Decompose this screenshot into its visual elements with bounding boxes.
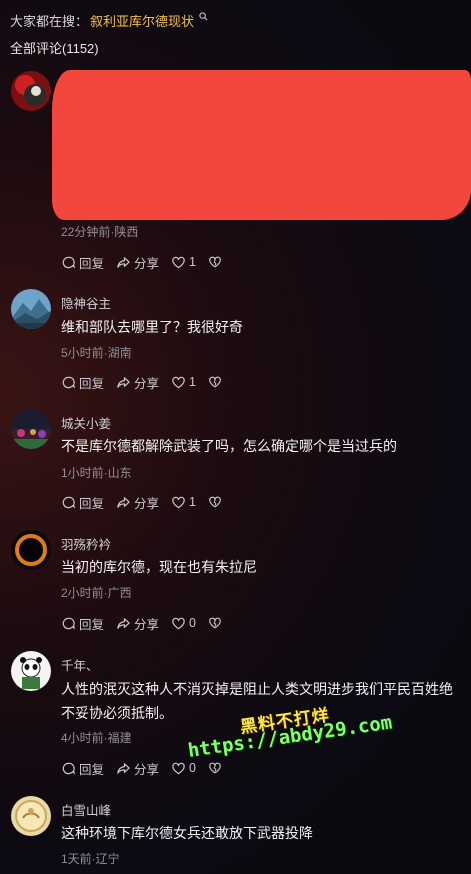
share-icon <box>116 495 131 510</box>
share-label: 分享 <box>134 617 160 632</box>
comment-author[interactable]: 城关小姜 <box>61 413 111 432</box>
avatar[interactable] <box>11 409 51 449</box>
comment-author[interactable]: 千年、 <box>61 655 99 674</box>
reply-label: 回复 <box>79 376 105 391</box>
avatar[interactable] <box>11 289 51 329</box>
like-button[interactable]: 1 <box>171 255 196 270</box>
avatar[interactable] <box>11 796 51 836</box>
like-button[interactable]: 0 <box>171 761 196 776</box>
broken-heart-icon <box>208 495 222 509</box>
dislike-button[interactable] <box>208 616 222 630</box>
comment-meta: 2小时前·广西 <box>61 586 132 600</box>
share-label: 分享 <box>134 376 160 391</box>
reply-icon <box>61 761 76 776</box>
comments-count-header: 全部评论(1152) <box>10 41 99 56</box>
heart-icon <box>171 255 186 270</box>
comment-actions: 回复 分享 1 <box>61 373 234 391</box>
reply-label: 回复 <box>79 762 105 777</box>
dislike-button[interactable] <box>208 495 222 509</box>
share-button[interactable]: 分享 <box>116 759 159 778</box>
comment-actions: 回复 分享 0 <box>61 759 234 777</box>
reply-icon <box>61 255 76 270</box>
comment-meta: 22分钟前·陕西 <box>61 225 139 239</box>
like-button[interactable]: 1 <box>171 495 196 510</box>
share-label: 分享 <box>134 496 160 511</box>
comment-text: 当初的库尔德，现在也有朱拉尼 <box>61 559 257 575</box>
broken-heart-icon <box>208 375 222 389</box>
comment-text: 这种环境下库尔德女兵还敢放下武器投降 <box>61 825 313 841</box>
heart-icon <box>171 495 186 510</box>
reply-label: 回复 <box>79 496 105 511</box>
search-suggestion-term[interactable]: 叙利亚库尔德现状 <box>90 11 194 30</box>
avatar[interactable] <box>11 71 51 111</box>
comment-actions: 回复 分享 1 <box>61 253 234 271</box>
comment-author[interactable]: 羽殇矜衿 <box>61 534 111 553</box>
reply-button[interactable]: 回复 <box>61 759 104 778</box>
comment-actions: 回复 分享 1 <box>61 493 234 511</box>
broken-heart-icon <box>208 255 222 269</box>
comment-meta: 1小时前·山东 <box>61 466 132 480</box>
comment-text: 维和部队去哪里了？我很好奇 <box>61 319 243 335</box>
reply-button[interactable]: 回复 <box>61 373 104 392</box>
comment-actions: 回复 分享 0 <box>61 614 234 632</box>
reply-button[interactable]: 回复 <box>61 493 104 512</box>
like-count: 1 <box>189 255 196 269</box>
redaction-overlay <box>430 75 471 135</box>
dislike-button[interactable] <box>208 761 222 775</box>
broken-heart-icon <box>208 761 222 775</box>
share-icon <box>116 375 131 390</box>
broken-heart-icon <box>208 616 222 630</box>
heart-icon <box>171 375 186 390</box>
reply-button[interactable]: 回复 <box>61 614 104 633</box>
comment-text: 不是库尔德都解除武装了吗，怎么确定哪个是当过兵的 <box>61 438 397 454</box>
dislike-button[interactable] <box>208 255 222 269</box>
share-icon <box>116 616 131 631</box>
search-suggestion[interactable]: 大家都在搜： 叙利亚库尔德现状 <box>10 11 208 29</box>
comment-author[interactable]: 隐神谷主 <box>61 293 111 312</box>
share-button[interactable]: 分享 <box>116 614 159 633</box>
like-button[interactable]: 0 <box>171 616 196 631</box>
like-button[interactable]: 1 <box>171 375 196 390</box>
comment-author[interactable]: 白雪山峰 <box>61 800 111 819</box>
share-label: 分享 <box>134 256 160 271</box>
like-count: 1 <box>189 495 196 509</box>
reply-label: 回复 <box>79 256 105 271</box>
share-icon <box>116 761 131 776</box>
avatar[interactable] <box>11 651 51 691</box>
share-button[interactable]: 分享 <box>116 493 159 512</box>
share-label: 分享 <box>134 762 160 777</box>
share-button[interactable]: 分享 <box>116 253 159 272</box>
share-button[interactable]: 分享 <box>116 373 159 392</box>
reply-icon <box>61 616 76 631</box>
like-count: 0 <box>189 616 196 630</box>
reply-label: 回复 <box>79 617 105 632</box>
reply-button[interactable]: 回复 <box>61 253 104 272</box>
reply-icon <box>61 375 76 390</box>
avatar[interactable] <box>11 530 51 570</box>
reply-icon <box>61 495 76 510</box>
redaction-overlay <box>52 70 471 220</box>
share-icon <box>116 255 131 270</box>
heart-icon <box>171 616 186 631</box>
like-count: 0 <box>189 761 196 775</box>
dislike-button[interactable] <box>208 375 222 389</box>
heart-icon <box>171 761 186 776</box>
comment-meta: 5小时前·湖南 <box>61 346 132 360</box>
search-icon <box>199 11 208 23</box>
search-suggestion-prefix: 大家都在搜： <box>10 13 89 29</box>
like-count: 1 <box>189 375 196 389</box>
comment-meta: 1天前·辽宁 <box>61 852 120 866</box>
comment-meta: 4小时前·福建 <box>61 731 132 745</box>
